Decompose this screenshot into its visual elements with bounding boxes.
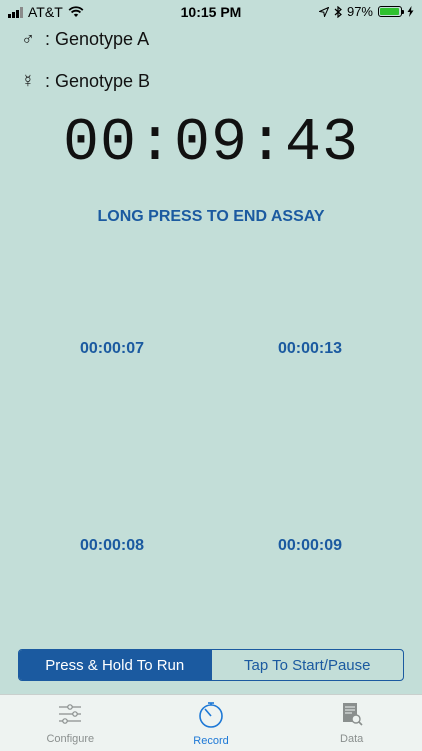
tap-to-start-pause-segment[interactable]: Tap To Start/Pause (210, 650, 404, 680)
tab-data[interactable]: Data (281, 695, 422, 751)
battery-fill (380, 8, 400, 15)
sliders-icon (59, 704, 82, 724)
main-timer: 00:09:43 (62, 110, 360, 178)
charging-bolt-icon (407, 6, 414, 17)
sub-timer-1[interactable]: 00:00:07 (32, 340, 192, 358)
status-bar: AT&T 10:15 PM 97% (0, 0, 422, 24)
end-assay-button[interactable]: LONG PRESS TO END ASSAY (0, 208, 422, 226)
male-symbol-icon: ♂ (21, 29, 35, 49)
location-arrow-icon (318, 6, 329, 17)
mode-segmented-control: Press & Hold To Run Tap To Start/Pause (18, 649, 404, 681)
sub-timer-2[interactable]: 00:00:13 (230, 340, 390, 358)
sub-timer-3[interactable]: 00:00:08 (32, 537, 192, 555)
hermaphrodite-symbol-icon: ☿ (21, 71, 35, 91)
tab-configure[interactable]: Configure (0, 695, 141, 751)
genotype-a-row: ♂ : Genotype A (19, 29, 149, 50)
genotype-b-row: ☿ : Genotype B (19, 71, 150, 92)
document-search-icon (342, 703, 363, 726)
battery-icon (378, 6, 404, 17)
tab-record[interactable]: Record (141, 695, 282, 751)
sub-timer-4[interactable]: 00:00:09 (230, 537, 390, 555)
tab-record-label: Record (193, 735, 229, 747)
tab-configure-label: Configure (46, 733, 95, 745)
genotype-b-label: : Genotype B (45, 71, 151, 91)
tab-bar: Configure Record Data (0, 694, 422, 751)
battery-percent: 97% (346, 4, 373, 19)
stopwatch-icon (199, 702, 223, 728)
tab-data-label: Data (340, 733, 364, 745)
bluetooth-icon (334, 5, 342, 18)
genotype-a-label: : Genotype A (45, 29, 150, 49)
press-hold-to-run-segment[interactable]: Press & Hold To Run (19, 650, 211, 680)
